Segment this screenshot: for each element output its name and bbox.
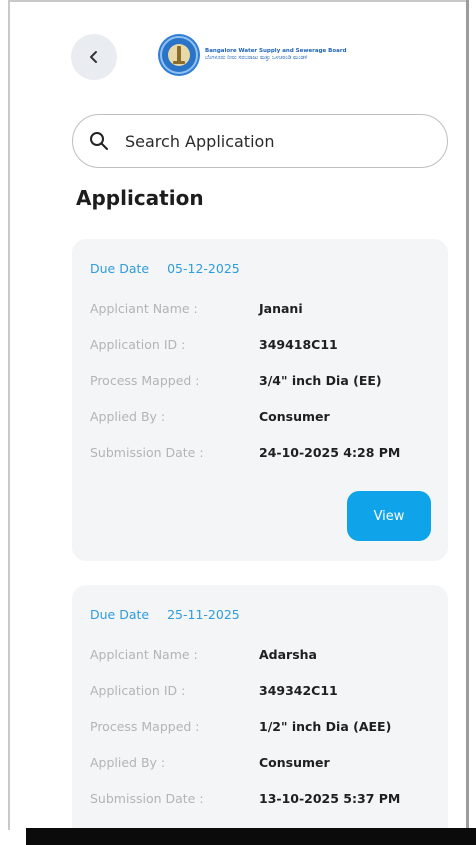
bottom-bar	[26, 828, 476, 845]
due-date: Due Date 05-12-2025	[90, 261, 240, 276]
field-value: Adarsha	[259, 647, 317, 662]
field-label: Applciant Name :	[90, 647, 198, 662]
application-card: Due Date 05-12-2025 Applciant Name : Jana…	[72, 239, 448, 561]
field-value: 24-10-2025 4:28 PM	[259, 445, 401, 460]
logo-title-en: Bangalore Water Supply and Sewerage Boar…	[205, 48, 347, 54]
field-applicant-name: Applciant Name : Janani	[90, 301, 440, 321]
page-title: Application	[76, 186, 204, 210]
field-value: 1/2" inch Dia (AEE)	[259, 719, 392, 734]
field-label: Application ID :	[90, 337, 186, 352]
logo-seal-icon	[158, 34, 200, 76]
field-applicant-name: Applciant Name : Adarsha	[90, 647, 440, 667]
view-button[interactable]: View	[347, 491, 431, 541]
field-label: Applied By :	[90, 409, 166, 424]
field-label: Submission Date :	[90, 791, 204, 806]
field-application-id: Application ID : 349418C11	[90, 337, 440, 357]
field-value: 349418C11	[259, 337, 338, 352]
field-application-id: Application ID : 349342C11	[90, 683, 440, 703]
field-value: 13-10-2025 5:37 PM	[259, 791, 401, 806]
search-input[interactable]	[123, 130, 407, 152]
search-bar[interactable]	[72, 114, 448, 168]
chevron-left-icon	[90, 51, 97, 63]
field-process-mapped: Process Mapped : 1/2" inch Dia (AEE)	[90, 719, 440, 739]
application-card: Due Date 25-11-2025 Applciant Name : Adar…	[72, 585, 448, 845]
window-frame-top	[8, 0, 468, 2]
due-date-value: 05-12-2025	[167, 261, 240, 276]
field-applied-by: Applied By : Consumer	[90, 409, 440, 429]
field-label: Application ID :	[90, 683, 186, 698]
field-value: 3/4" inch Dia (EE)	[259, 373, 382, 388]
logo-title-kn: ಬೆಂಗಳೂರು ನೀರು ಸರಬರಾಜು ಮತ್ತು ಒಳಚರಂಡಿ ಮಂಡಳ…	[205, 55, 308, 61]
field-label: Process Mapped :	[90, 719, 200, 734]
field-value: Consumer	[259, 409, 330, 424]
window-frame-left	[8, 0, 10, 830]
field-process-mapped: Process Mapped : 3/4" inch Dia (EE)	[90, 373, 440, 393]
field-value: Janani	[259, 301, 303, 316]
field-submission-date: Submission Date : 13-10-2025 5:37 PM	[90, 791, 440, 811]
due-date: Due Date 25-11-2025	[90, 607, 240, 622]
field-label: Applied By :	[90, 755, 166, 770]
field-label: Process Mapped :	[90, 373, 200, 388]
search-icon	[90, 132, 108, 150]
due-date-label: Due Date	[90, 607, 150, 622]
due-date-label: Due Date	[90, 261, 150, 276]
due-date-value: 25-11-2025	[167, 607, 240, 622]
window-frame-right	[466, 0, 469, 830]
field-applied-by: Applied By : Consumer	[90, 755, 440, 775]
field-label: Submission Date :	[90, 445, 204, 460]
field-value: Consumer	[259, 755, 330, 770]
bwssb-logo: Bangalore Water Supply and Sewerage Boar…	[158, 30, 373, 80]
field-value: 349342C11	[259, 683, 338, 698]
back-button[interactable]	[71, 34, 117, 80]
field-label: Applciant Name :	[90, 301, 198, 316]
field-submission-date: Submission Date : 24-10-2025 4:28 PM	[90, 445, 440, 465]
